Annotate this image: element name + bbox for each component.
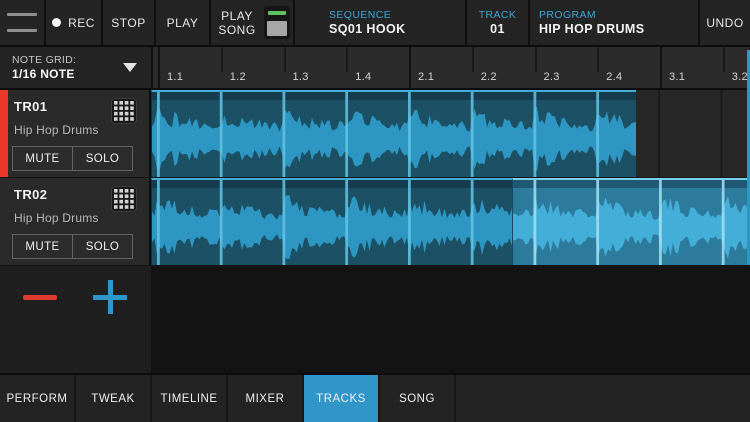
tab-tracks[interactable]: TRACKS [304, 375, 380, 422]
minus-icon [23, 295, 57, 300]
play-song-label: PLAY SONG [214, 9, 260, 37]
rec-label: REC [68, 16, 95, 30]
play-song-button[interactable]: PLAY SONG [209, 0, 293, 45]
tab-tweak[interactable]: TWEAK [76, 375, 152, 422]
program-value: HIP HOP DRUMS [539, 22, 644, 36]
beat-tick [284, 47, 286, 72]
track-id: TR02 [14, 187, 47, 202]
audio-waveform [152, 92, 636, 177]
sequence-label: SEQUENCE [329, 9, 391, 21]
undo-label: UNDO [706, 16, 743, 30]
tab-perform[interactable]: PERFORM [0, 375, 76, 422]
bar-line [660, 47, 662, 88]
beat-tick [535, 47, 537, 72]
beat-tick [472, 47, 474, 72]
track-header-tr02[interactable]: TR02 Hip Hop Drums MUTE SOLO [0, 178, 151, 265]
track-lane[interactable] [151, 178, 750, 265]
beat-label: 1.2 [230, 71, 246, 83]
mpc-app-screen: REC STOP PLAY PLAY SONG SEQUENCE SQ01 HO… [0, 0, 750, 422]
transport-bar: REC STOP PLAY PLAY SONG SEQUENCE SQ01 HO… [0, 0, 750, 47]
beat-label: 1.3 [293, 71, 309, 83]
chevron-down-icon [123, 63, 137, 72]
mute-button[interactable]: MUTE [12, 146, 73, 171]
stop-button[interactable]: STOP [101, 0, 154, 45]
beat-label: 2.1 [418, 71, 434, 83]
beat-tick [221, 47, 223, 72]
stop-label: STOP [111, 16, 145, 30]
audio-clip-selected[interactable] [512, 178, 750, 265]
beat-label: 2.4 [606, 71, 622, 83]
beat-label: 1.4 [355, 71, 371, 83]
record-dot-icon [52, 18, 61, 27]
beat-tick [723, 47, 725, 72]
beat-tick [346, 47, 348, 72]
audio-waveform [152, 180, 512, 265]
beat-label: 3.2 [732, 71, 748, 83]
audio-clip[interactable] [151, 178, 512, 265]
program-label: PROGRAM [539, 9, 596, 21]
beat-label: 2.2 [481, 71, 497, 83]
pad-grid-icon[interactable] [111, 98, 137, 124]
green-led-icon [268, 11, 286, 15]
grid-and-ruler-bar: NOTE GRID: 1/16 NOTE 1.1 1.2 1.3 1.4 2.1 2.2 2… [0, 47, 750, 90]
timeline-ruler[interactable]: 1.1 1.2 1.3 1.4 2.1 2.2 2.3 2.4 3.1 3.2 [151, 47, 750, 88]
tab-mixer[interactable]: MIXER [228, 375, 304, 422]
track-label: TRACK [467, 9, 528, 21]
tab-bar-filler [456, 375, 750, 422]
beat-label: 2.3 [544, 71, 560, 83]
menu-button[interactable] [0, 0, 44, 45]
hamburger-icon [7, 13, 37, 16]
track-name: Hip Hop Drums [14, 123, 99, 137]
note-grid-selector[interactable]: NOTE GRID: 1/16 NOTE [0, 47, 151, 88]
tab-song[interactable]: SONG [380, 375, 456, 422]
beat-label: 3.1 [669, 71, 685, 83]
play-button[interactable]: PLAY [154, 0, 209, 45]
sequence-value: SQ01 HOOK [329, 22, 406, 36]
plus-icon [93, 280, 127, 314]
bottom-tab-bar: PERFORMTWEAKTIMELINEMIXERTRACKSSONG [0, 373, 750, 422]
sequence-selector[interactable]: SEQUENCE SQ01 HOOK [293, 0, 465, 45]
pad-grid-glyph [114, 101, 134, 121]
track-row: TR01 Hip Hop Drums MUTE SOLO [0, 90, 750, 177]
pad-grid-glyph [114, 189, 134, 209]
beat-label: 1.1 [167, 71, 183, 83]
beat-tick [597, 47, 599, 72]
bar-line [158, 47, 160, 88]
switch-handle-icon [267, 21, 287, 36]
track-row: TR02 Hip Hop Drums MUTE SOLO [0, 178, 750, 265]
undo-button[interactable]: UNDO [698, 0, 750, 45]
track-name: Hip Hop Drums [14, 211, 99, 225]
timeline-empty-area[interactable] [151, 266, 750, 373]
tab-timeline[interactable]: TIMELINE [152, 375, 228, 422]
play-label: PLAY [167, 16, 199, 30]
solo-button[interactable]: SOLO [72, 146, 133, 171]
audio-clip[interactable] [151, 90, 636, 177]
bar-line [409, 47, 411, 88]
track-selector[interactable]: TRACK 01 [465, 0, 528, 45]
hamburger-icon [7, 29, 37, 32]
solo-button[interactable]: SOLO [72, 234, 133, 259]
add-button[interactable] [82, 272, 138, 322]
play-song-switch-icon [264, 6, 290, 39]
track-value: 01 [467, 22, 528, 36]
remove-button[interactable] [12, 279, 68, 315]
track-lane[interactable] [151, 90, 750, 177]
track-list-footer [0, 266, 151, 373]
program-selector[interactable]: PROGRAM HIP HOP DRUMS [528, 0, 698, 45]
track-id: TR01 [14, 99, 47, 114]
rec-button[interactable]: REC [44, 0, 101, 45]
track-header-tr01[interactable]: TR01 Hip Hop Drums MUTE SOLO [0, 90, 151, 177]
pad-grid-icon[interactable] [111, 186, 137, 212]
mute-button[interactable]: MUTE [12, 234, 73, 259]
audio-waveform [513, 180, 750, 265]
